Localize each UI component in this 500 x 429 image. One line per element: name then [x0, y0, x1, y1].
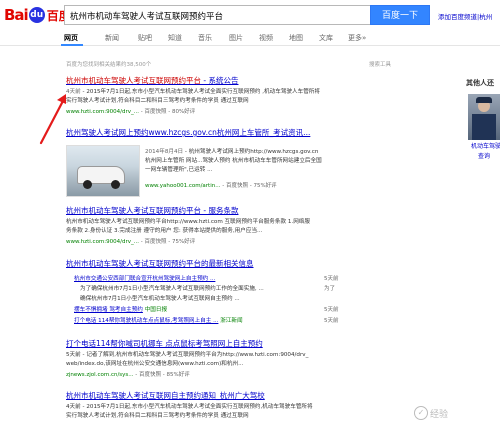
wheel-front	[83, 180, 92, 189]
news-item-4-source: 中国日报	[144, 307, 168, 313]
result-1-title-rest: - 系统公告	[201, 76, 239, 85]
result-5-abstract-line1: 5天前 - 记者了解到,杭州市机动车驾驶人考试互联网预约平台为http://ww…	[66, 352, 309, 358]
news-item-5[interactable]: 打个电话 114帮你驾驶机动车点点鼠标,考驾照网上自主 ... 浙江新闻	[74, 316, 243, 324]
right-panel-caption-2[interactable]: 查询	[478, 151, 490, 160]
tab-wenku[interactable]: 文库	[319, 33, 333, 43]
result-1-title[interactable]: 杭州市机动车驾驶人考试互联网预约平台 - 系统公告	[66, 75, 356, 86]
result-1-title-highlight: 杭州市机动车驾驶人考试互联网预约平台	[66, 76, 201, 85]
result-5: 打个电话114帮你喊司机挪车 点点鼠标考驾照网上自主预约 5天前 - 记者了解到…	[66, 338, 356, 378]
person-cap	[476, 97, 492, 103]
tab-map[interactable]: 地图	[289, 33, 303, 43]
news-item-1-time: 5天前	[324, 276, 339, 282]
news-item-4[interactable]: 摆车不惧拥堵 驾考自主预约 中国日报	[74, 305, 167, 313]
result-3: 杭州市机动车驾驶人考试互联网预约平台 - 服务条款 杭州市机动车驾驶人考试互联网…	[66, 205, 356, 245]
result-2-date: 2014年8月4日	[145, 149, 184, 155]
result-3-url-line: www.hzti.com:9004/drv_... - 百度快照 - 75%好评	[66, 237, 356, 245]
result-3-abstract: 杭州市机动车驾驶人考试互联网预约平台http://www.hzti.com 互联…	[66, 218, 356, 236]
result-6-abstract: 4天前 - 2015年7月1日起,东市小型汽车机动车驾驶人考试全面实行互联网预约…	[66, 403, 356, 421]
result-3-title[interactable]: 杭州市机动车驾驶人考试互联网预约平台 - 服务条款	[66, 205, 356, 216]
result-2-title[interactable]: 杭州驾驶人考试网上预约www.hzcgs.gov.cn杭州网上车管所_考试资讯.…	[66, 127, 356, 138]
arrow-shaft	[39, 97, 66, 145]
result-2-abstract-line1: - 杭州驾驶人考试网上预约http://www.hzcgs.gov.cn	[183, 149, 319, 155]
result-6-abstract-line2: 实行驾驶人考试计划,符合科目二和科目三驾考约考条件的学员 通过互联网	[66, 413, 249, 419]
tab-web[interactable]: 网页	[64, 33, 78, 43]
tab-video[interactable]: 视频	[259, 33, 273, 43]
top-bar: Bai du 百度 杭州市机动车驾驶人考试互联网预约平台 百度一下 添加百度频道|杭…	[0, 0, 500, 30]
result-3-abstract-line2: 务条款 2.身份认证 3.完成注册 遵守的用户 您: 获得本站提供的服务,用户应…	[66, 228, 263, 234]
baidu-logo[interactable]: Bai du 百度	[4, 6, 71, 24]
result-5-url[interactable]: zjnews.zjol.com.cn/sys...	[66, 372, 134, 378]
result-3-abstract-line1: 杭州市机动车驾驶人考试互联网预约平台http://www.hzti.com 互联…	[66, 219, 310, 225]
result-2-url-line: www.yahoo001.com/artin... - 百度快照 - 75%好评	[145, 181, 360, 189]
logo-paw-icon: du	[28, 7, 45, 23]
result-6: 杭州市机动车驾驶人考试互联网自主预约通知_杭州广大驾校 4天前 - 2015年7…	[66, 390, 356, 421]
tab-zhidao[interactable]: 知道	[168, 33, 182, 43]
arrow-head	[57, 94, 66, 104]
news-item-4-title[interactable]: 摆车不惧拥堵 驾考自主预约	[74, 307, 143, 313]
result-1: 杭州市机动车驾驶人考试互联网预约平台 - 系统公告 4天前 - 2015年7月1…	[66, 75, 356, 115]
wheel-rear	[111, 180, 120, 189]
watermark-text: 经验	[430, 409, 449, 420]
logo-bai-text: Bai	[4, 6, 29, 24]
right-panel-caption-1[interactable]: 机动车驾驶	[471, 141, 500, 150]
search-input[interactable]: 杭州市机动车驾驶人考试互联网预约平台	[64, 5, 370, 25]
search-button-label: 百度一下	[381, 11, 418, 21]
result-1-date: 4天前	[66, 89, 81, 95]
news-item-4-time: 5天前	[324, 307, 339, 313]
result-2-snapshot[interactable]: - 百度快照 - 75%好评	[220, 183, 276, 189]
news-item-2-time: 为了	[324, 286, 336, 292]
result-2-url[interactable]: www.yahoo001.com/artin...	[145, 183, 220, 189]
result-1-abstract-line1: - 2015年7月1日起,东市小型汽车机动车驾驶人考试全面实行互联网预约 ,机动…	[80, 89, 320, 95]
result-3-url[interactable]: www.hzti.com:9004/drv_...	[66, 239, 139, 245]
result-1-url[interactable]: www.hzti.com:9004/drv_...	[66, 109, 139, 115]
result-4-title[interactable]: 杭州市机动车驾驶人考试互联网预约平台的最新相关信息	[66, 258, 356, 269]
result-2-abstract: 2014年8月4日 - 杭州驾驶人考试网上预约http://www.hzcgs.…	[145, 148, 360, 175]
tab-news[interactable]: 新闻	[105, 33, 119, 43]
result-1-url-line: www.hzti.com:9004/drv_... - 百度快照 - 80%好评	[66, 107, 356, 115]
tab-tieba[interactable]: 贴吧	[138, 33, 152, 43]
result-5-snapshot[interactable]: - 百度快照 - 85%好评	[134, 372, 189, 378]
result-2-thumbnail[interactable]	[66, 145, 140, 197]
search-button[interactable]: 百度一下	[370, 5, 430, 25]
news-item-1-title[interactable]: 杭州市交通公安西部门联合宣开杭州驾驶网上自主预约 ...	[74, 276, 215, 282]
news-item-5-time: 5天前	[324, 318, 339, 324]
news-item-5-source: 浙江新闻	[220, 318, 243, 324]
tab-images[interactable]: 图片	[229, 33, 243, 43]
result-5-abstract-line2: web/index.do,该网址在杭州公安交通信息网(www.hzti.com)…	[66, 361, 244, 367]
person-body	[472, 114, 496, 140]
result-6-abstract-line1: 4天前 - 2015年7月1日起,东市小型汽车机动车驾驶人考试全面实行互联网预约…	[66, 404, 313, 410]
news-item-3-abstract: 确保杭州市7月1日小型汽车机动车驾驶人考试互联网自主预约 ...	[80, 296, 240, 302]
right-panel-image[interactable]	[468, 94, 500, 140]
result-2-abstract-line2: 杭州网上车管所 网站...驾驶人预约 杭州市机动车车管所网站建立后全国	[145, 158, 322, 164]
result-6-title[interactable]: 杭州市机动车驾驶人考试互联网自主预约通知_杭州广大驾校	[66, 390, 356, 401]
result-3-snapshot[interactable]: - 百度快照 - 75%好评	[139, 239, 195, 245]
search-query: 杭州市机动车驾驶人考试互联网预约平台	[70, 12, 224, 22]
result-4: 杭州市机动车驾驶人考试互联网预约平台的最新相关信息	[66, 258, 356, 269]
result-1-abstract-line2: 实行驾驶人考试计划,符合科目二和科目三驾考约考条件的学员 通过互联网	[66, 98, 249, 104]
watermark: ✓ 经验	[414, 406, 448, 420]
result-2: 杭州驾驶人考试网上预约www.hzcgs.gov.cn杭州网上车管所_考试资讯.…	[66, 127, 356, 138]
active-tab-underline	[61, 44, 83, 46]
result-1-abstract: 4天前 - 2015年7月1日起,东市小型汽车机动车驾驶人考试全面实行互联网预约…	[66, 88, 356, 106]
search-tools-link[interactable]: 搜索工具	[369, 60, 391, 68]
news-item-1[interactable]: 杭州市交通公安西部门联合宣开杭州驾驶网上自主预约 ...	[74, 274, 215, 282]
result-5-abstract: 5天前 - 记者了解到,杭州市机动车驾驶人考试互联网预约平台为http://ww…	[66, 351, 356, 369]
result-5-url-line: zjnews.zjol.com.cn/sys... - 百度快照 - 85%好评	[66, 370, 356, 378]
vertical-nav: 网页 新闻 贴吧 知道 音乐 图片 视频 地图 文库 更多»	[0, 30, 500, 46]
result-5-title[interactable]: 打个电话114帮你喊司机挪车 点点鼠标考驾照网上自主预约	[66, 338, 356, 349]
top-links[interactable]: 添加百度频道|杭州	[438, 11, 492, 21]
right-panel-title: 其他人还	[466, 79, 494, 87]
tab-more[interactable]: 更多»	[348, 33, 366, 43]
news-item-5-title[interactable]: 打个电话 114帮你驾驶机动车点点鼠标,考驾照网上自主 ...	[74, 318, 218, 324]
result-2-abstract-line3: 一网车辆管理所",已运转 ...	[145, 167, 213, 173]
tab-music[interactable]: 音乐	[198, 33, 212, 43]
baidu-jingyan-icon: ✓	[414, 406, 428, 420]
result-2-body: 2014年8月4日 - 杭州驾驶人考试网上预约http://www.hzcgs.…	[145, 148, 360, 189]
news-item-2-abstract: 为了确保杭州市7月1日小型汽车驾驶人考试互联网预约工作的全面实施, ...	[80, 286, 264, 292]
result-1-snapshot[interactable]: - 百度快照 - 80%好评	[139, 109, 195, 115]
result-stats: 百度为您找到相关结果约38,500个	[66, 62, 152, 68]
